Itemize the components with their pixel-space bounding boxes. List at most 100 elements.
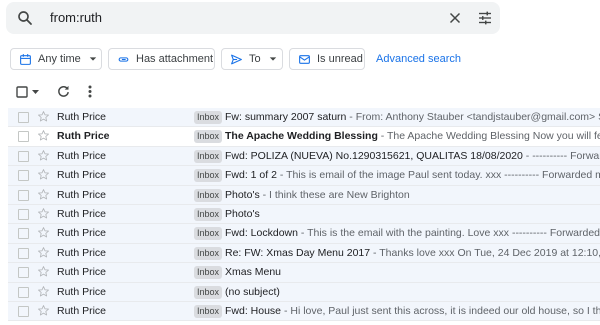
email-subject: Re: FW: Xmas Day Menu 2017 bbox=[225, 246, 371, 259]
email-subject: Fwd: POLIZA (NUEVA) No.1290315621, QUALI… bbox=[225, 149, 523, 162]
email-content: Fwd: POLIZA (NUEVA) No.1290315621, QUALI… bbox=[225, 147, 600, 165]
email-snippet: - Hi love, Paul just sent this across, i… bbox=[281, 304, 600, 317]
star-icon[interactable] bbox=[37, 129, 50, 142]
star-icon[interactable] bbox=[37, 207, 50, 220]
email-row[interactable]: Ruth Price Inbox Fwd: Lockdown - This is t… bbox=[8, 224, 600, 244]
star-icon[interactable] bbox=[37, 226, 50, 239]
email-row[interactable]: Ruth Price Inbox Re: FW: Xmas Day Menu 201… bbox=[8, 243, 600, 264]
filter-any-time-chip[interactable]: Any time bbox=[10, 48, 102, 70]
filter-label: Has attachment bbox=[136, 53, 214, 65]
inbox-label-badge[interactable]: Inbox bbox=[194, 285, 223, 299]
inbox-label-badge[interactable]: Inbox bbox=[194, 246, 223, 260]
email-content: The Apache Wedding Blessing - The Apache… bbox=[225, 127, 600, 145]
email-row[interactable]: Ruth Price Inbox (no subject) bbox=[8, 282, 600, 302]
row-checkbox[interactable] bbox=[18, 189, 29, 201]
row-checkbox[interactable] bbox=[18, 112, 29, 123]
inbox-label-badge[interactable]: Inbox bbox=[194, 111, 223, 124]
row-checkbox[interactable] bbox=[18, 305, 29, 317]
select-all-checkbox[interactable] bbox=[16, 85, 42, 104]
email-row[interactable]: Ruth Price Inbox Photo's - I think these a… bbox=[8, 185, 600, 205]
email-content: Photo's - I think these are New Brighton bbox=[225, 186, 410, 204]
email-sender: Ruth Price bbox=[57, 130, 110, 143]
row-checkbox[interactable] bbox=[18, 208, 29, 220]
email-content: Fwd: 1 of 2 - This is email of the image… bbox=[225, 166, 600, 184]
close-icon[interactable] bbox=[446, 9, 464, 27]
star-icon[interactable] bbox=[37, 188, 50, 201]
star-icon[interactable] bbox=[37, 265, 50, 278]
search-input[interactable]: from:ruth bbox=[50, 2, 102, 34]
row-checkbox[interactable] bbox=[18, 131, 29, 143]
row-checkbox[interactable] bbox=[18, 286, 29, 298]
inbox-label-badge[interactable]: Inbox bbox=[194, 227, 223, 241]
inbox-label-badge[interactable]: Inbox bbox=[194, 169, 223, 183]
star-icon[interactable] bbox=[37, 304, 50, 317]
star-icon[interactable] bbox=[37, 285, 50, 298]
row-checkbox[interactable] bbox=[18, 228, 29, 240]
filter-to-chip[interactable]: To bbox=[221, 48, 283, 70]
email-content: Photo's bbox=[225, 205, 260, 223]
search-icon[interactable] bbox=[16, 9, 34, 27]
tune-icon[interactable] bbox=[476, 9, 494, 27]
row-checkbox[interactable] bbox=[18, 150, 29, 162]
calendar-icon bbox=[20, 53, 31, 65]
email-row[interactable]: Ruth Price Inbox Fwd: POLIZA (NUEVA) No.12… bbox=[8, 146, 600, 167]
email-sender: Ruth Price bbox=[57, 227, 107, 240]
filter-is-unread-chip[interactable]: Is unread bbox=[289, 48, 365, 70]
inbox-label-badge[interactable]: Inbox bbox=[194, 207, 223, 221]
paperclip-icon bbox=[118, 56, 129, 62]
email-sender: Ruth Price bbox=[57, 149, 107, 162]
email-sender: Ruth Price bbox=[57, 188, 107, 201]
email-subject: Fwd: Lockdown bbox=[225, 227, 298, 240]
email-content: Xmas Menu bbox=[225, 263, 282, 281]
email-row[interactable]: Ruth Price Inbox The Apache Wedding Blessi… bbox=[8, 127, 600, 147]
more-vert-icon[interactable] bbox=[86, 84, 94, 104]
star-icon[interactable] bbox=[37, 110, 50, 123]
email-subject: Fwd: House bbox=[225, 304, 282, 317]
email-row[interactable]: Ruth Price Inbox Fwd: 1 of 2 - This is ema… bbox=[8, 166, 600, 186]
send-icon bbox=[231, 54, 242, 64]
email-sender: Ruth Price bbox=[57, 207, 107, 220]
row-checkbox[interactable] bbox=[18, 170, 29, 182]
mail-icon bbox=[299, 54, 310, 64]
email-subject: Xmas Menu bbox=[225, 266, 282, 279]
chevron-down-icon bbox=[89, 57, 96, 61]
email-subject: Photo's bbox=[225, 207, 260, 220]
email-row[interactable]: Ruth Price Inbox Fw: summary 2007 saturn -… bbox=[8, 108, 600, 128]
star-icon[interactable] bbox=[37, 149, 50, 162]
email-subject: (no subject) bbox=[225, 285, 280, 298]
star-icon[interactable] bbox=[37, 168, 50, 181]
email-content: (no subject) bbox=[225, 283, 280, 301]
email-sender: Ruth Price bbox=[57, 285, 107, 298]
row-checkbox[interactable] bbox=[18, 267, 29, 279]
email-content: Fwd: Lockdown - This is the email with t… bbox=[225, 224, 600, 242]
refresh-icon[interactable] bbox=[56, 84, 71, 104]
row-checkbox[interactable] bbox=[18, 247, 29, 259]
star-icon[interactable] bbox=[37, 246, 50, 259]
search-bar[interactable]: from:ruth bbox=[6, 2, 500, 34]
inbox-label-badge[interactable]: Inbox bbox=[194, 304, 223, 318]
advanced-search-link[interactable]: Advanced search bbox=[376, 53, 461, 65]
email-subject: Fwd: 1 of 2 bbox=[225, 169, 277, 182]
email-subject: Fw: summary 2007 saturn bbox=[225, 111, 347, 123]
filter-label: Is unread bbox=[317, 53, 363, 65]
email-content: Fwd: House - Hi love, Paul just sent thi… bbox=[225, 302, 600, 320]
email-sender: Ruth Price bbox=[57, 246, 107, 259]
email-row[interactable]: Ruth Price Inbox Xmas Menu bbox=[8, 263, 600, 283]
email-sender: Ruth Price bbox=[57, 266, 107, 279]
email-snippet: - I think these are New Brighton bbox=[259, 188, 410, 201]
inbox-label-badge[interactable]: Inbox bbox=[194, 130, 223, 144]
inbox-label-badge[interactable]: Inbox bbox=[194, 188, 223, 202]
email-snippet: - The Apache Wedding Blessing Now you wi… bbox=[380, 130, 600, 143]
inbox-label-badge[interactable]: Inbox bbox=[194, 266, 223, 280]
email-subject: Photo's bbox=[225, 188, 260, 201]
email-sender: Ruth Price bbox=[57, 304, 107, 317]
email-sender: Ruth Price bbox=[57, 111, 107, 123]
email-snippet: - This is the email with the painting. L… bbox=[300, 227, 600, 240]
email-row[interactable]: Ruth Price Inbox Photo's bbox=[8, 204, 600, 225]
email-subject: The Apache Wedding Blessing bbox=[225, 130, 378, 143]
email-row[interactable]: Ruth Price Inbox Fwd: House - Hi love, Pau… bbox=[8, 301, 600, 322]
inbox-label-badge[interactable]: Inbox bbox=[194, 149, 223, 163]
filter-has-attachment-chip[interactable]: Has attachment bbox=[108, 48, 215, 70]
email-list: Ruth Price Inbox Fw: summary 2007 saturn -… bbox=[8, 108, 600, 322]
email-content: Re: FW: Xmas Day Menu 2017 - Thanks love… bbox=[225, 244, 600, 262]
